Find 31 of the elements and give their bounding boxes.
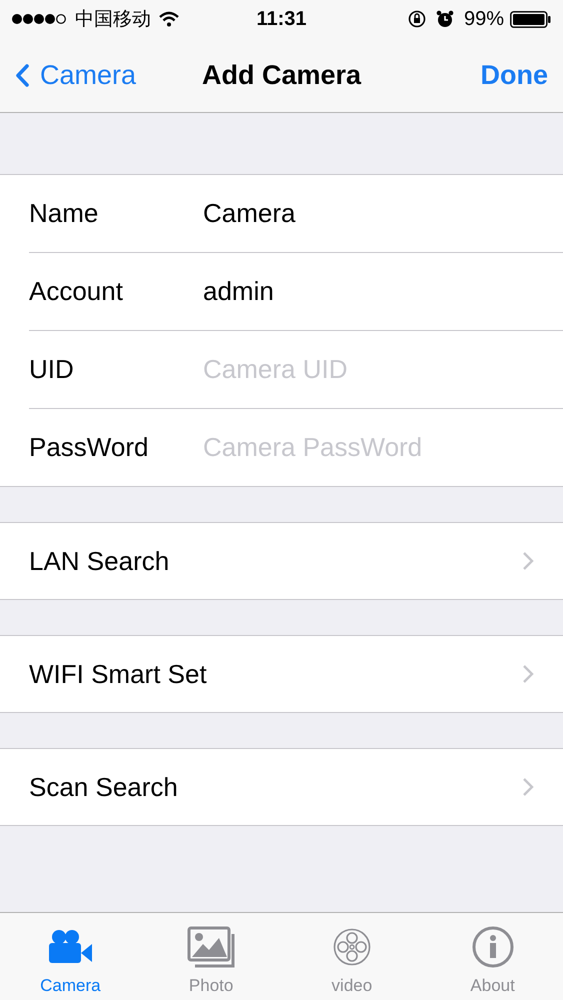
input-field[interactable]: Camera PassWord xyxy=(203,432,551,463)
chevron-left-icon xyxy=(15,64,30,86)
input-field[interactable]: Camera UID xyxy=(203,354,551,385)
wifi-icon xyxy=(159,11,179,27)
info-icon xyxy=(472,926,514,968)
image-stack-icon xyxy=(187,926,236,968)
input-field[interactable]: admin xyxy=(203,276,551,307)
input-field[interactable]: Camera xyxy=(203,198,551,229)
rotation-lock-icon xyxy=(408,10,426,28)
tab[interactable]: Photo xyxy=(140,913,282,1000)
tab[interactable]: video xyxy=(282,913,422,1000)
field-label: Account xyxy=(29,276,124,307)
battery-percent: 99% xyxy=(464,8,504,30)
chevron-right-icon xyxy=(522,664,534,684)
tab[interactable]: About xyxy=(422,913,563,1000)
screen-title: Add Camera xyxy=(202,60,362,90)
signal-icon xyxy=(12,13,67,25)
tab[interactable]: Camera xyxy=(0,913,141,1000)
film-reel-icon xyxy=(332,928,371,966)
battery-icon xyxy=(510,10,551,28)
status-time: 11:31 xyxy=(256,8,307,30)
video-camera-icon xyxy=(47,929,94,965)
back-button[interactable]: Camera xyxy=(15,60,136,90)
chevron-right-icon xyxy=(522,777,534,797)
field-label: UID xyxy=(29,354,75,385)
field-label: PassWord xyxy=(29,432,150,463)
chevron-right-icon xyxy=(522,551,534,571)
done-button[interactable]: Done xyxy=(480,60,548,90)
field-label: Name xyxy=(29,198,100,229)
alarm-icon xyxy=(436,10,454,28)
carrier-name: 中国移动 xyxy=(75,8,151,32)
